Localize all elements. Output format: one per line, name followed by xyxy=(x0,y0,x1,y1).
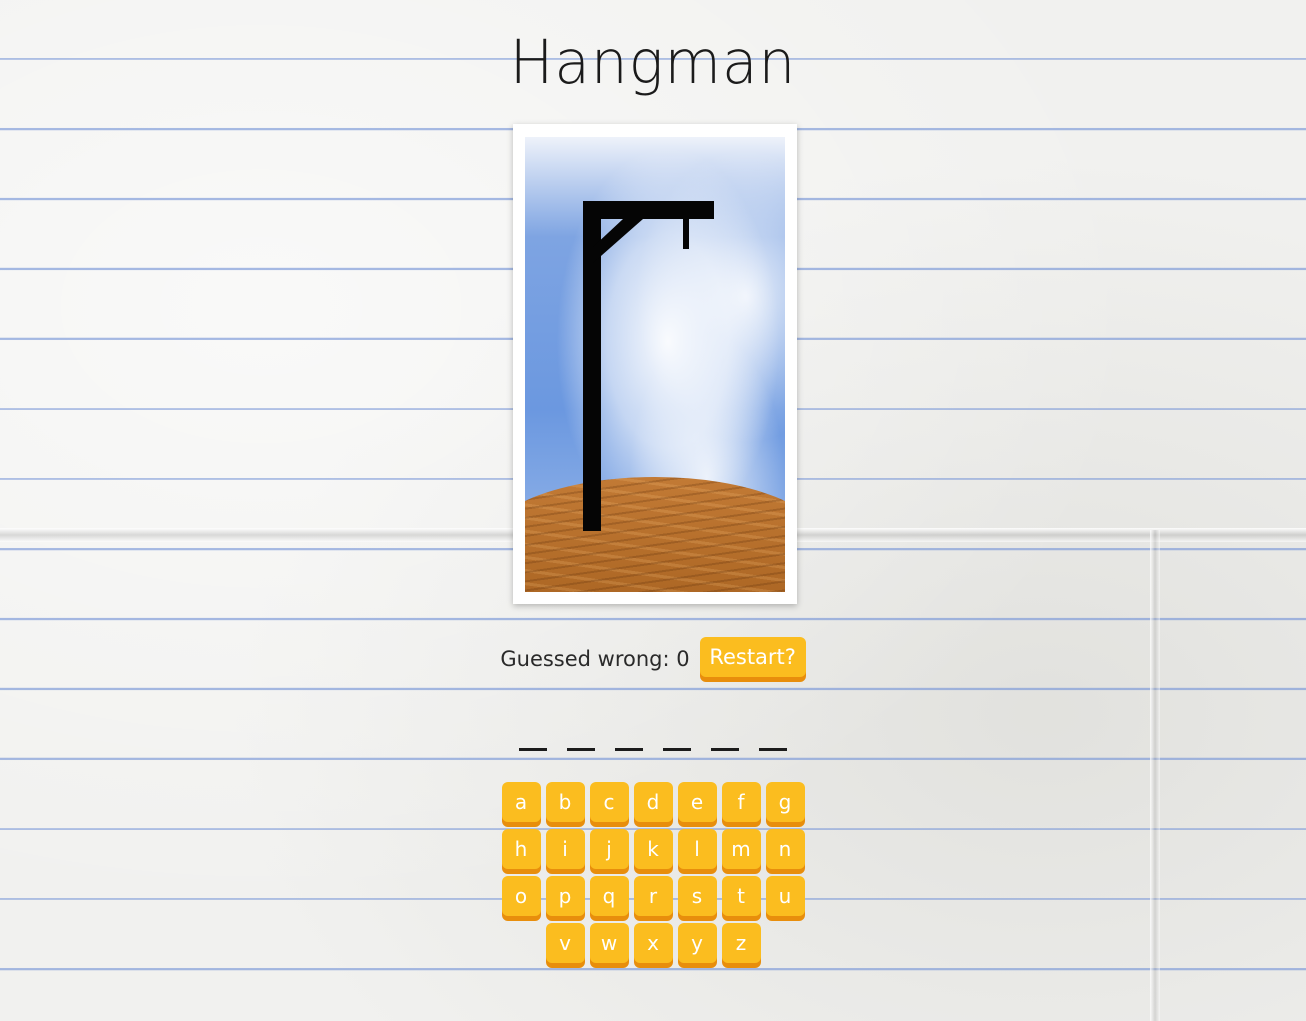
letter-key-d[interactable]: d xyxy=(633,782,673,822)
restart-button[interactable]: Restart? xyxy=(699,637,806,677)
letter-key-i[interactable]: i xyxy=(545,829,585,869)
letter-key-p[interactable]: p xyxy=(545,876,585,916)
letter-key-o[interactable]: o xyxy=(501,876,541,916)
letter-key-n[interactable]: n xyxy=(765,829,805,869)
letter-blank xyxy=(663,718,691,751)
letter-key-q[interactable]: q xyxy=(589,876,629,916)
letter-key-t[interactable]: t xyxy=(721,876,761,916)
gallows-beam xyxy=(583,201,714,219)
letter-key-u[interactable]: u xyxy=(765,876,805,916)
letter-blank xyxy=(519,718,547,751)
letter-key-w[interactable]: w xyxy=(589,923,629,963)
letter-key-g[interactable]: g xyxy=(765,782,805,822)
word-blanks xyxy=(0,718,1306,751)
letter-blank xyxy=(711,718,739,751)
letter-key-z[interactable]: z xyxy=(721,923,761,963)
hangman-scene xyxy=(525,137,785,592)
hangman-picture-frame xyxy=(513,124,797,604)
page-title: Hangman xyxy=(509,26,797,98)
letter-blank xyxy=(759,718,787,751)
wrong-guess-counter: Guessed wrong: 0 xyxy=(500,647,690,671)
keyboard-row: vwxyz xyxy=(545,923,761,963)
letter-key-k[interactable]: k xyxy=(633,829,673,869)
gallows-rope xyxy=(683,215,689,249)
letter-key-b[interactable]: b xyxy=(545,782,585,822)
letter-key-x[interactable]: x xyxy=(633,923,673,963)
letter-key-v[interactable]: v xyxy=(545,923,585,963)
letter-blank xyxy=(615,718,643,751)
letter-keyboard: abcdefghijklmnopqrstuvwxyz xyxy=(0,782,1306,963)
letter-key-e[interactable]: e xyxy=(677,782,717,822)
letter-key-f[interactable]: f xyxy=(721,782,761,822)
letter-key-j[interactable]: j xyxy=(589,829,629,869)
status-row: Guessed wrong: 0 Restart? xyxy=(0,637,1306,677)
letter-key-s[interactable]: s xyxy=(677,876,717,916)
letter-key-m[interactable]: m xyxy=(721,829,761,869)
gallows xyxy=(583,201,714,531)
keyboard-row: abcdefg xyxy=(501,782,805,822)
letter-key-c[interactable]: c xyxy=(589,782,629,822)
letter-key-r[interactable]: r xyxy=(633,876,673,916)
letter-key-l[interactable]: l xyxy=(677,829,717,869)
keyboard-row: hijklmn xyxy=(501,829,805,869)
letter-key-h[interactable]: h xyxy=(501,829,541,869)
letter-blank xyxy=(567,718,595,751)
keyboard-row: opqrstu xyxy=(501,876,805,916)
letter-key-a[interactable]: a xyxy=(501,782,541,822)
letter-key-y[interactable]: y xyxy=(677,923,717,963)
